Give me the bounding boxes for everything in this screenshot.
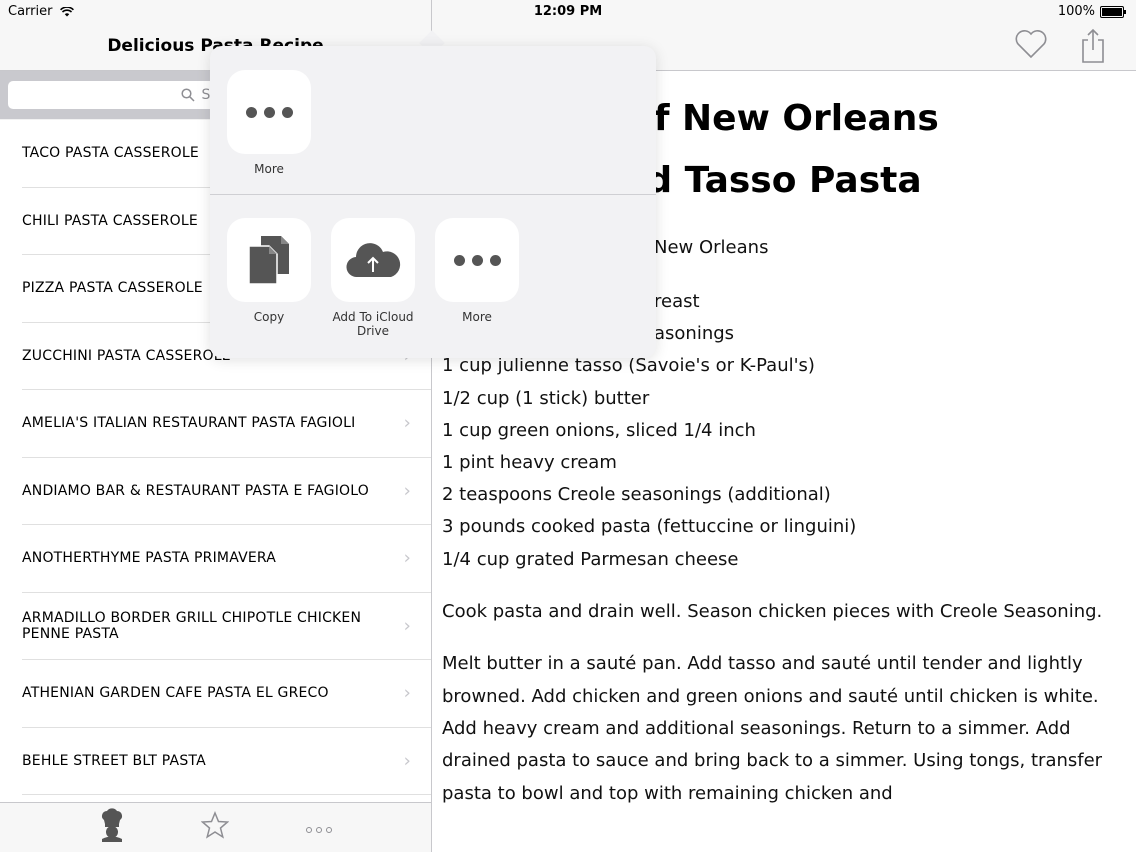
list-item-label: CHILI PASTA CASSEROLE bbox=[22, 212, 198, 229]
more-actions-button[interactable]: More bbox=[435, 218, 519, 324]
more-actions-tile bbox=[435, 218, 519, 302]
chevron-right-icon: › bbox=[403, 682, 411, 704]
list-item-label: ARMADILLO BORDER GRILL CHIPOTLE CHICKEN … bbox=[22, 609, 362, 642]
chevron-right-icon: › bbox=[403, 750, 411, 772]
list-item[interactable]: AMELIA'S ITALIAN RESTAURANT PASTA FAGIOL… bbox=[22, 390, 431, 458]
list-item[interactable]: ANOTHERTHYME PASTA PRIMAVERA › bbox=[22, 525, 431, 593]
share-sheet-row: More bbox=[210, 46, 656, 195]
list-item-label: ANDIAMO BAR & RESTAURANT PASTA E FAGIOLO bbox=[22, 482, 369, 499]
icloud-tile bbox=[331, 218, 415, 302]
tab-favorites[interactable] bbox=[185, 810, 245, 845]
ingredient-line: 1/2 cup (1 stick) butter bbox=[442, 387, 650, 409]
chevron-right-icon: › bbox=[403, 615, 411, 637]
share-sheet-popover: More Copy Add To iCloud Drive More bbox=[210, 46, 656, 358]
list-item-label: PIZZA PASTA CASSEROLE bbox=[22, 280, 203, 297]
heart-icon[interactable] bbox=[1014, 28, 1048, 60]
more-share-button[interactable]: More bbox=[227, 70, 311, 176]
action-label: More bbox=[462, 310, 492, 324]
list-item-label: ANOTHERTHYME PASTA PRIMAVERA bbox=[22, 550, 277, 567]
chevron-right-icon: › bbox=[403, 480, 411, 502]
chef-icon bbox=[101, 807, 122, 842]
action-label: More bbox=[254, 162, 284, 176]
list-item-label: ZUCCHINI PASTA CASSEROLE bbox=[22, 347, 231, 364]
battery-percent: 100% bbox=[1057, 4, 1095, 19]
action-label: Copy bbox=[253, 310, 285, 324]
list-item-label: BEHLE STREET BLT PASTA bbox=[22, 752, 206, 769]
list-item[interactable]: ANDIAMO BAR & RESTAURANT PASTA E FAGIOLO… bbox=[22, 458, 431, 525]
chevron-right-icon: › bbox=[403, 412, 411, 434]
tab-more[interactable] bbox=[289, 815, 349, 840]
ingredient-line: 1 pint heavy cream bbox=[442, 452, 617, 474]
list-item-label: ATHENIAN GARDEN CAFE PASTA EL GRECO bbox=[22, 685, 329, 702]
ingredient-line: 1 cup green onions, sliced 1/4 inch bbox=[442, 419, 756, 441]
star-icon bbox=[201, 810, 230, 839]
share-icon[interactable] bbox=[1080, 28, 1106, 64]
share-sheet-row: Copy Add To iCloud Drive More bbox=[210, 195, 656, 358]
copy-tile bbox=[227, 218, 311, 302]
action-label: Add To iCloud Drive bbox=[332, 310, 414, 338]
instruction-paragraph: Cook pasta and drain well. Season chicke… bbox=[442, 600, 1103, 622]
icloud-upload-icon bbox=[346, 243, 401, 278]
instruction-paragraph: Melt butter in a sauté pan. Add tasso an… bbox=[442, 653, 1103, 804]
ingredient-line: 1/4 cup grated Parmesan cheese bbox=[442, 548, 739, 570]
add-to-icloud-drive-button[interactable]: Add To iCloud Drive bbox=[331, 218, 415, 338]
more-dots-icon bbox=[245, 106, 293, 118]
status-bar: Carrier 12:09 PM 100% bbox=[0, 0, 1136, 24]
battery-icon bbox=[1100, 5, 1126, 18]
chevron-right-icon: › bbox=[403, 547, 411, 569]
more-dots-icon bbox=[453, 254, 501, 266]
list-item[interactable]: ATHENIAN GARDEN CAFE PASTA EL GRECO › bbox=[22, 660, 431, 728]
list-item[interactable]: BEHLE STREET BLT PASTA › bbox=[22, 728, 431, 795]
more-share-tile bbox=[227, 70, 311, 154]
list-item-label: AMELIA'S ITALIAN RESTAURANT PASTA FAGIOL… bbox=[22, 415, 356, 432]
copy-icon bbox=[248, 236, 289, 285]
battery-indicator: 100% bbox=[1057, 4, 1126, 19]
ingredient-line: 3 pounds cooked pasta (fettuccine or lin… bbox=[442, 516, 857, 538]
tab-bar bbox=[0, 802, 431, 852]
copy-button[interactable]: Copy bbox=[227, 218, 311, 324]
more-dots-icon bbox=[306, 827, 333, 833]
list-item-label: TACO PASTA CASSEROLE bbox=[22, 145, 199, 162]
list-item[interactable]: ARMADILLO BORDER GRILL CHIPOTLE CHICKEN … bbox=[22, 593, 431, 660]
search-icon bbox=[181, 88, 195, 102]
tab-recipes[interactable] bbox=[82, 807, 142, 848]
ingredient-line: 2 teaspoons Creole seasonings (additiona… bbox=[442, 484, 831, 506]
clock: 12:09 PM bbox=[533, 4, 603, 19]
